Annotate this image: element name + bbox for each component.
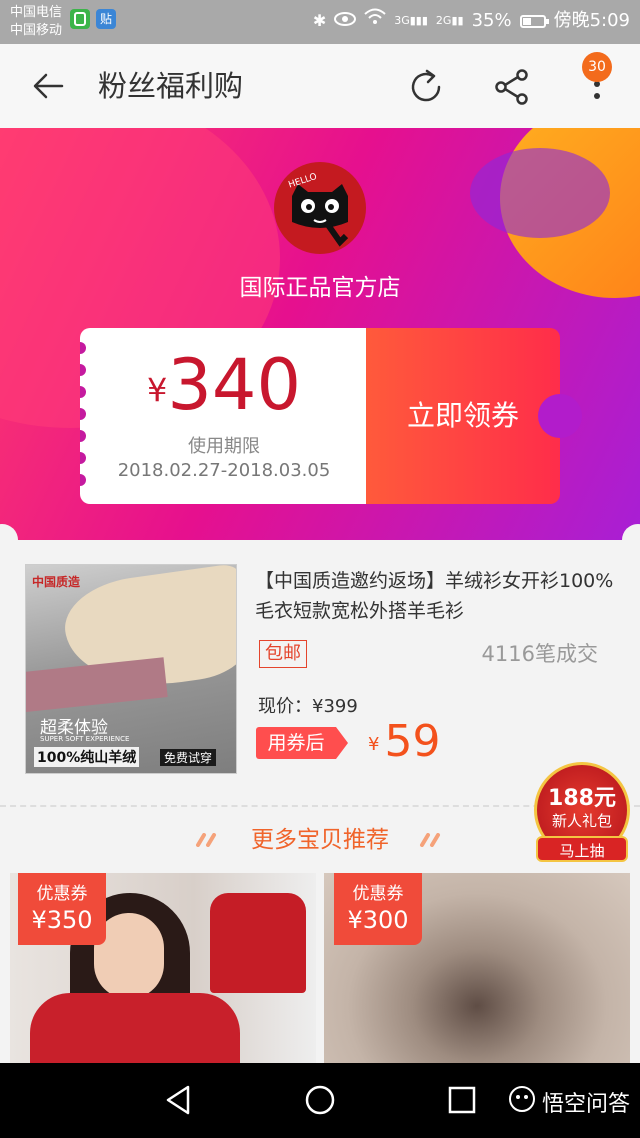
- card-1-coupon-tag: 优惠券 ¥350: [18, 873, 106, 945]
- coupon-dates: 2018.02.27-2018.03.05: [117, 460, 331, 481]
- app-notification-icon: [70, 9, 90, 29]
- shop-name: 国际正品官方店: [239, 275, 401, 301]
- free-shipping-tag: 包邮: [259, 640, 307, 668]
- shop-logo[interactable]: HELLO: [274, 162, 366, 254]
- recommend-card-1[interactable]: 优惠券 ¥350: [10, 873, 316, 1063]
- signal-icon-1: 3G▮▮▮: [394, 14, 428, 27]
- clock: 傍晚5:09: [553, 10, 630, 31]
- watermark: 悟空问答: [508, 1085, 630, 1119]
- status-bar: 中国电信 中国移动 贴 ✱ 3G▮▮▮ 2G▮▮ 35% 傍晚5:09: [0, 0, 640, 44]
- decor-slash-left-icon: [194, 820, 222, 847]
- decor-slash-right-icon: [418, 820, 446, 847]
- bluetooth-icon: ✱: [312, 11, 327, 30]
- coupon-limit-label: 使用期限: [188, 436, 260, 457]
- after-coupon-tag: 用券后: [256, 727, 348, 759]
- back-arrow-icon[interactable]: [30, 68, 66, 104]
- tieba-notification-icon: 贴: [96, 9, 116, 29]
- product-image[interactable]: 中国质造 超柔体验 SUPER SOFT EXPERIENCE 100%纯山羊绒…: [25, 564, 237, 774]
- image-caption-2: SUPER SOFT EXPERIENCE: [40, 735, 130, 743]
- nav-recents-icon[interactable]: [447, 1085, 477, 1115]
- shop-banner: HELLO 国际正品官方店 ¥340 使用期限 2018.02.27-2018.…: [0, 128, 640, 540]
- wukong-icon: [508, 1085, 536, 1119]
- current-price: 现价：¥399: [258, 696, 358, 717]
- carrier-2: 中国移动: [10, 23, 63, 38]
- final-price: ¥ 59: [368, 716, 441, 767]
- wifi-icon: [364, 8, 386, 34]
- system-nav-bar: 悟空问答: [0, 1063, 640, 1138]
- sweater-pink: [26, 657, 168, 713]
- signal-icon-2: 2G▮▮: [435, 14, 464, 27]
- message-badge: 30: [582, 52, 612, 82]
- product-title[interactable]: 【中国质造邀约返场】羊绒衫女开衫100%毛衣短款宽松外搭羊毛衫: [255, 566, 615, 626]
- recommend-card-2[interactable]: 优惠券 ¥300: [324, 873, 630, 1063]
- image-caption-4: 免费试穿: [160, 749, 217, 766]
- eye-icon: [334, 8, 357, 34]
- image-caption-3: 100%纯山羊绒: [34, 747, 140, 767]
- sold-count: 4116笔成交: [481, 642, 598, 666]
- promo-amount: 188元: [548, 786, 616, 811]
- model-sweater: [30, 993, 240, 1063]
- nav-home-icon[interactable]: [303, 1083, 337, 1117]
- coupon-amount: ¥340: [147, 344, 301, 426]
- banner-blob-purple: [470, 148, 610, 238]
- more-recommendations-title: 更多宝贝推荐: [251, 827, 389, 853]
- promo-action-button[interactable]: 马上抽: [536, 836, 628, 862]
- watermark-text: 悟空问答: [541, 1092, 630, 1117]
- card-2-coupon-tag: 优惠券 ¥300: [334, 873, 422, 945]
- top-nav-bar: 粉丝福利购 30: [0, 44, 640, 128]
- battery-icon: [519, 14, 549, 28]
- logo-text: HELLO: [287, 172, 318, 191]
- status-right: ✱ 3G▮▮▮ 2G▮▮ 35% 傍晚5:09: [313, 8, 630, 34]
- refresh-icon[interactable]: [406, 67, 446, 107]
- battery-percent: 35%: [471, 10, 512, 31]
- red-garment: [210, 893, 306, 993]
- ticket-notch: [538, 394, 582, 438]
- nav-back-icon[interactable]: [162, 1083, 196, 1117]
- promo-sub: 新人礼包: [551, 812, 612, 830]
- coupon-ticket: ¥340 使用期限 2018.02.27-2018.03.05: [80, 328, 368, 504]
- new-user-gift-promo[interactable]: 188元 新人礼包 马上抽: [528, 758, 632, 862]
- claim-coupon-button[interactable]: 立即领券: [366, 328, 582, 504]
- carrier-1: 中国电信: [10, 5, 63, 20]
- brand-label: 中国质造: [32, 575, 81, 589]
- share-icon[interactable]: [492, 67, 532, 107]
- page-title: 粉丝福利购: [98, 69, 244, 103]
- claim-coupon-label: 立即领券: [406, 399, 519, 432]
